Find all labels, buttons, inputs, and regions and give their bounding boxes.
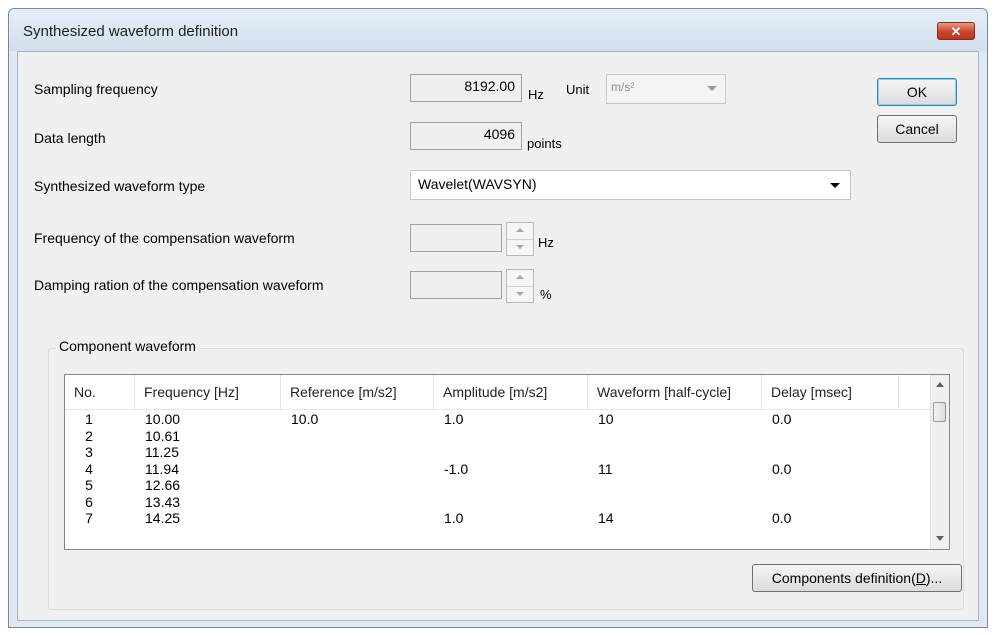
cell-freq: 10.61 bbox=[145, 427, 181, 444]
unit-select[interactable]: m/s² bbox=[606, 74, 726, 104]
component-list[interactable]: No. Frequency [Hz] Reference [m/s2] Ampl… bbox=[64, 374, 950, 550]
cell-freq: 11.25 bbox=[145, 444, 179, 460]
scroll-up-icon[interactable] bbox=[936, 382, 944, 387]
ok-button[interactable]: OK bbox=[877, 78, 957, 106]
column-header-amplitude[interactable]: Amplitude [m/s2] bbox=[434, 375, 588, 409]
unit-label: Unit bbox=[566, 82, 590, 97]
spin-up-button[interactable] bbox=[507, 223, 533, 240]
cell-freq: 14.25 bbox=[145, 510, 181, 526]
scroll-down-icon[interactable] bbox=[936, 536, 944, 541]
cell-no: 7 bbox=[85, 510, 93, 526]
data-length-unit: points bbox=[527, 136, 562, 151]
cell-no: 5 bbox=[85, 477, 93, 493]
table-row[interactable]: 3 11.25 bbox=[65, 444, 932, 461]
components-definition-accesskey: D bbox=[915, 570, 926, 586]
damping-unit: % bbox=[540, 287, 552, 302]
cell-freq: 12.66 bbox=[145, 477, 181, 493]
cell-no: 6 bbox=[85, 493, 93, 510]
cell-amp: 1.0 bbox=[444, 510, 464, 526]
cell-no: 4 bbox=[85, 460, 93, 477]
sampling-frequency-unit: Hz bbox=[528, 87, 544, 102]
cell-ref: 10.0 bbox=[291, 411, 319, 427]
cell-amp: 1.0 bbox=[444, 411, 464, 427]
component-waveform-title: Component waveform bbox=[56, 338, 199, 354]
sampling-frequency-field[interactable]: 8192.00 bbox=[410, 74, 522, 102]
cell-wave: 10 bbox=[598, 411, 614, 427]
components-definition-suffix: )... bbox=[925, 570, 943, 586]
comp-frequency-label: Frequency of the compensation waveform bbox=[34, 230, 295, 246]
unit-select-value: m/s² bbox=[611, 80, 635, 94]
spin-down-button[interactable] bbox=[507, 239, 533, 255]
list-header: No. Frequency [Hz] Reference [m/s2] Ampl… bbox=[65, 375, 932, 410]
comp-frequency-spinner[interactable] bbox=[506, 222, 534, 256]
spin-up-button[interactable] bbox=[507, 270, 533, 287]
damping-field[interactable] bbox=[410, 271, 502, 299]
cell-no: 2 bbox=[85, 427, 93, 444]
dialog-window: Synthesized waveform definition ✕ Sampli… bbox=[8, 8, 988, 628]
list-rows: 1 10.00 10.0 1.0 10 0.0 2 10.61 3 11.25 4 11.94 -1.0… bbox=[65, 411, 932, 527]
damping-spinner[interactable] bbox=[506, 269, 534, 303]
cancel-button[interactable]: Cancel bbox=[877, 115, 957, 143]
chevron-down-icon bbox=[830, 183, 840, 188]
cell-freq: 13.43 bbox=[145, 493, 181, 510]
cell-delay: 0.0 bbox=[772, 460, 792, 477]
sampling-frequency-label: Sampling frequency bbox=[34, 81, 158, 97]
waveform-type-value: Wavelet(WAVSYN) bbox=[418, 176, 537, 192]
cell-freq: 10.00 bbox=[145, 411, 181, 427]
comp-frequency-field[interactable] bbox=[410, 224, 502, 252]
spin-down-button[interactable] bbox=[507, 286, 533, 302]
cell-no: 1 bbox=[85, 411, 93, 427]
data-length-field[interactable]: 4096 bbox=[410, 122, 522, 150]
column-header-delay[interactable]: Delay [msec] bbox=[762, 375, 899, 409]
table-row[interactable]: 6 13.43 bbox=[65, 494, 932, 511]
scroll-thumb[interactable] bbox=[933, 402, 946, 422]
table-row[interactable]: 7 14.25 1.0 14 0.0 bbox=[65, 510, 932, 527]
vertical-scrollbar[interactable] bbox=[930, 375, 949, 549]
waveform-type-select[interactable]: Wavelet(WAVSYN) bbox=[410, 170, 851, 200]
cell-amp: -1.0 bbox=[444, 460, 469, 477]
comp-frequency-unit: Hz bbox=[538, 235, 554, 250]
window-title: Synthesized waveform definition bbox=[23, 23, 239, 40]
column-header-frequency[interactable]: Frequency [Hz] bbox=[135, 375, 281, 409]
cell-delay: 0.0 bbox=[772, 510, 792, 526]
table-row[interactable]: 4 11.94 -1.0 11 0.0 bbox=[65, 461, 932, 478]
cell-delay: 0.0 bbox=[772, 411, 792, 427]
arrow-down-icon bbox=[516, 245, 524, 249]
cell-wave: 14 bbox=[598, 510, 614, 526]
chevron-down-icon bbox=[707, 86, 717, 91]
table-row[interactable]: 2 10.61 bbox=[65, 428, 932, 445]
cell-freq: 11.94 bbox=[145, 460, 179, 477]
cell-no: 3 bbox=[85, 444, 93, 460]
arrow-up-icon bbox=[516, 228, 524, 232]
table-row[interactable]: 1 10.00 10.0 1.0 10 0.0 bbox=[65, 411, 932, 428]
title-bar: Synthesized waveform definition ✕ bbox=[9, 9, 987, 51]
column-header-waveform[interactable]: Waveform [half-cycle] bbox=[588, 375, 762, 409]
table-row[interactable]: 5 12.66 bbox=[65, 477, 932, 494]
waveform-type-label: Synthesized waveform type bbox=[34, 178, 206, 194]
data-length-label: Data length bbox=[34, 130, 106, 146]
damping-label: Damping ration of the compensation wavef… bbox=[34, 277, 324, 293]
arrow-down-icon bbox=[516, 292, 524, 296]
dialog-client-area: Sampling frequency 8192.00 Hz Unit m/s² … bbox=[17, 51, 979, 621]
components-definition-prefix: Components definition( bbox=[771, 570, 916, 586]
column-header-no[interactable]: No. bbox=[65, 375, 135, 409]
close-icon: ✕ bbox=[950, 24, 962, 39]
arrow-up-icon bbox=[516, 275, 524, 279]
close-button[interactable]: ✕ bbox=[937, 22, 975, 40]
components-definition-button[interactable]: Components definition(D)... bbox=[752, 564, 962, 592]
cell-wave: 11 bbox=[598, 460, 613, 477]
column-header-reference[interactable]: Reference [m/s2] bbox=[281, 375, 434, 409]
